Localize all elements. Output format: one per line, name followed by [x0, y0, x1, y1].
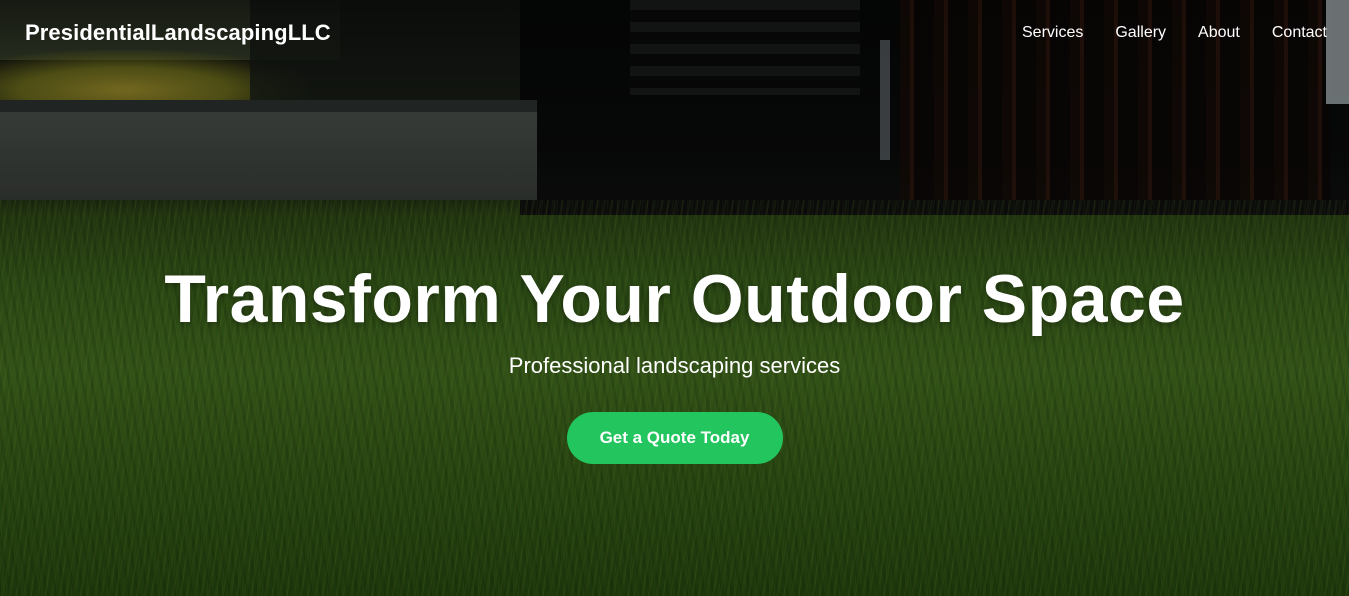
- nav-link-contact[interactable]: Contact: [1272, 24, 1327, 42]
- nav-link-about[interactable]: About: [1198, 24, 1240, 42]
- nav-links: Services Gallery About Contact: [1022, 24, 1327, 42]
- hero-title: Transform Your Outdoor Space: [164, 261, 1185, 337]
- brand-logo-text[interactable]: PresidentialLandscapingLLC: [25, 20, 331, 46]
- top-navbar: PresidentialLandscapingLLC Services Gall…: [0, 0, 1349, 66]
- nav-link-services[interactable]: Services: [1022, 24, 1083, 42]
- hero-content: Transform Your Outdoor Space Professiona…: [0, 258, 1349, 464]
- nav-link-gallery[interactable]: Gallery: [1115, 24, 1166, 42]
- get-quote-button[interactable]: Get a Quote Today: [566, 412, 783, 464]
- hero-section: PresidentialLandscapingLLC Services Gall…: [0, 0, 1349, 596]
- hero-subtitle: Professional landscaping services: [508, 353, 841, 378]
